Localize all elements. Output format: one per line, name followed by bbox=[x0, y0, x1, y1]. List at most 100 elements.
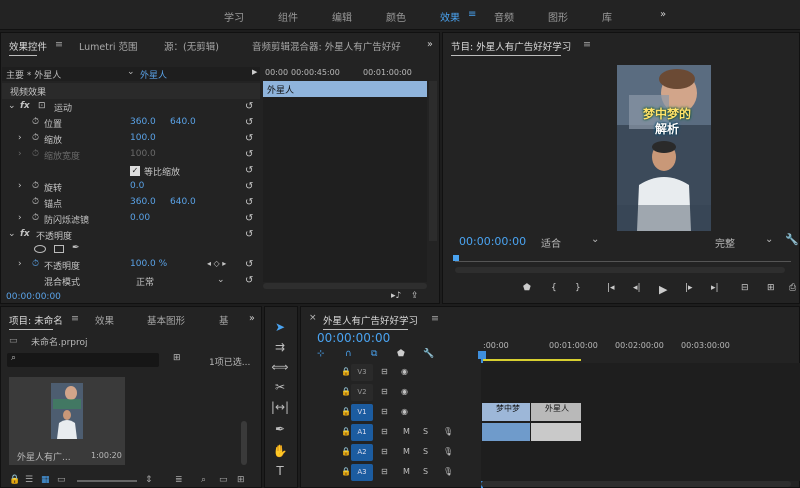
sync-lock-icon[interactable]: ⊟ bbox=[381, 367, 388, 376]
play-only-icon[interactable]: ▶ bbox=[252, 68, 257, 76]
solo-button[interactable]: S bbox=[423, 427, 428, 436]
find-icon[interactable]: ⌕ bbox=[201, 475, 206, 485]
microphone-icon[interactable]: 🎙 bbox=[443, 447, 453, 456]
nest-icon[interactable]: ⊹ bbox=[317, 349, 325, 359]
stopwatch-icon[interactable]: ⏱ bbox=[32, 197, 39, 207]
filter-icon[interactable]: ▸♪ bbox=[391, 291, 401, 301]
tab-effect-controls[interactable]: 效果控件 bbox=[9, 39, 47, 56]
go-to-out-icon[interactable]: ▸| bbox=[711, 283, 719, 293]
ws-tab-color[interactable]: 颜色 bbox=[386, 9, 406, 24]
wrench-icon[interactable]: 🔧 bbox=[785, 233, 799, 246]
timeline-ruler[interactable]: :00:00 00:01:00:00 00:02:00:00 00:03:00:… bbox=[481, 337, 800, 351]
sort-icon[interactable]: ⇕ bbox=[145, 475, 153, 485]
lock-icon[interactable]: 🔒 bbox=[9, 475, 20, 485]
freeform-view-icon[interactable]: ▭ bbox=[57, 475, 66, 485]
reset-icon[interactable]: ↺ bbox=[245, 133, 256, 144]
solo-button[interactable]: S bbox=[423, 447, 428, 456]
razor-tool-icon[interactable]: ✂ bbox=[270, 378, 290, 396]
lock-icon[interactable]: 🔒 bbox=[341, 427, 351, 436]
lock-icon[interactable]: 🔒 bbox=[341, 467, 351, 476]
clip-a1-2[interactable] bbox=[531, 423, 581, 441]
chevron-down-icon[interactable]: ⌄ bbox=[8, 101, 16, 111]
ws-tab-effects[interactable]: 效果 bbox=[440, 9, 460, 24]
export-icon[interactable]: ⇪ bbox=[411, 291, 419, 301]
search-input[interactable]: ⌕ bbox=[7, 353, 159, 367]
stopwatch-icon[interactable]: ⏱ bbox=[32, 181, 39, 191]
sync-lock-icon[interactable]: ⊟ bbox=[381, 467, 388, 476]
chevron-down-icon[interactable]: ⌄ bbox=[765, 234, 773, 245]
sync-lock-icon[interactable]: ⊟ bbox=[381, 387, 388, 396]
lift-icon[interactable]: ⊟ bbox=[741, 283, 749, 293]
ws-tab-assembly[interactable]: 组件 bbox=[278, 9, 298, 24]
new-item-icon[interactable]: ⊞ bbox=[237, 475, 245, 485]
program-timecode[interactable]: 00:00:00:00 bbox=[459, 235, 526, 248]
new-bin-icon[interactable]: ⊞ bbox=[173, 353, 181, 363]
anchor-x[interactable]: 360.0 bbox=[130, 197, 156, 207]
ellipse-mask-icon[interactable] bbox=[34, 245, 46, 253]
track-select-tool-icon[interactable]: ⇉ bbox=[270, 338, 290, 356]
type-tool-icon[interactable]: T bbox=[270, 462, 290, 480]
tab-source[interactable]: 源：(无剪辑) bbox=[164, 39, 219, 53]
reset-icon[interactable]: ↺ bbox=[245, 149, 256, 160]
play-icon[interactable]: ▶ bbox=[659, 283, 667, 296]
reset-icon[interactable]: ↺ bbox=[245, 259, 256, 270]
chevron-right-icon[interactable]: › bbox=[18, 213, 22, 223]
quality-select[interactable]: 完整 bbox=[715, 235, 735, 250]
close-icon[interactable]: × bbox=[309, 313, 317, 323]
chevron-down-icon[interactable]: ⌄ bbox=[217, 275, 225, 285]
panel-menu-icon[interactable]: ≡ bbox=[71, 313, 79, 324]
chevron-right-icon[interactable]: › bbox=[18, 181, 22, 191]
panel-more-icon[interactable]: » bbox=[427, 39, 433, 50]
checkbox-checked-icon[interactable]: ✓ bbox=[130, 166, 140, 176]
tab-project[interactable]: 项目: 未命名 bbox=[9, 313, 63, 330]
zoom-slider[interactable] bbox=[77, 480, 137, 482]
ws-tab-graphics[interactable]: 图形 bbox=[548, 9, 568, 24]
reset-icon[interactable]: ↺ bbox=[245, 101, 256, 112]
tab-essential-graphics[interactable]: 基本图形 bbox=[147, 313, 185, 327]
chevron-down-icon[interactable]: ⌄ bbox=[591, 234, 599, 245]
monitor-scrubber[interactable] bbox=[455, 261, 791, 262]
linked-selection-icon[interactable]: ⧉ bbox=[371, 349, 377, 359]
microphone-icon[interactable]: 🎙 bbox=[443, 427, 453, 436]
monitor-zoom-bar[interactable] bbox=[455, 267, 785, 273]
ws-tab-libraries[interactable]: 库 bbox=[602, 9, 612, 24]
panel-menu-icon[interactable]: ≡ bbox=[431, 313, 439, 324]
project-scrollbar[interactable] bbox=[241, 421, 247, 465]
hand-tool-icon[interactable]: ✋ bbox=[270, 442, 290, 460]
ws-tab-edit[interactable]: 编辑 bbox=[332, 9, 352, 24]
ws-tab-audio[interactable]: 音频 bbox=[494, 9, 514, 24]
reset-icon[interactable]: ↺ bbox=[245, 181, 256, 192]
rectangle-mask-icon[interactable] bbox=[54, 245, 64, 253]
panel-more-icon[interactable]: » bbox=[249, 313, 255, 324]
tab-audio-mixer[interactable]: 音频剪辑混合器: 外星人有广告好好 bbox=[252, 39, 401, 53]
eye-icon[interactable]: ◉ bbox=[401, 367, 408, 376]
track-target-a2[interactable]: A2 bbox=[351, 444, 373, 461]
timeline-timecode[interactable]: 00:00:00:00 bbox=[317, 331, 390, 345]
eye-icon[interactable]: ◉ bbox=[401, 387, 408, 396]
go-to-in-icon[interactable]: |◂ bbox=[607, 283, 615, 293]
mark-out-icon[interactable]: } bbox=[575, 283, 581, 293]
microphone-icon[interactable]: 🎙 bbox=[443, 467, 453, 476]
blend-value[interactable]: 正常 bbox=[136, 275, 154, 288]
eye-icon[interactable]: ◉ bbox=[401, 407, 408, 416]
mute-button[interactable]: M bbox=[403, 467, 410, 476]
monitor-playhead[interactable] bbox=[453, 255, 459, 261]
position-y[interactable]: 640.0 bbox=[170, 117, 196, 127]
sync-lock-icon[interactable]: ⊟ bbox=[381, 427, 388, 436]
solo-button[interactable]: S bbox=[423, 467, 428, 476]
lock-icon[interactable]: 🔒 bbox=[341, 387, 351, 396]
fit-select[interactable]: 适合 bbox=[541, 235, 561, 250]
video-frame[interactable]: 梦中梦的 解析 bbox=[617, 65, 711, 231]
tab-more[interactable]: 基 bbox=[219, 313, 229, 327]
stopwatch-icon[interactable]: ⏱ bbox=[32, 259, 39, 269]
chevron-down-icon[interactable]: ⌄ bbox=[127, 67, 135, 77]
step-forward-icon[interactable]: |▸ bbox=[685, 283, 693, 293]
new-folder-icon[interactable]: ▭ bbox=[219, 475, 228, 485]
fx-icon[interactable]: fx bbox=[20, 101, 30, 111]
list-view-icon[interactable]: ☰ bbox=[25, 475, 33, 485]
mute-button[interactable]: M bbox=[403, 427, 410, 436]
selection-tool-icon[interactable]: ➤ bbox=[270, 318, 290, 336]
chevron-right-icon[interactable]: › bbox=[18, 133, 22, 143]
anchor-y[interactable]: 640.0 bbox=[170, 197, 196, 207]
timeline-tab[interactable]: 外星人有广告好好学习 bbox=[323, 313, 418, 330]
